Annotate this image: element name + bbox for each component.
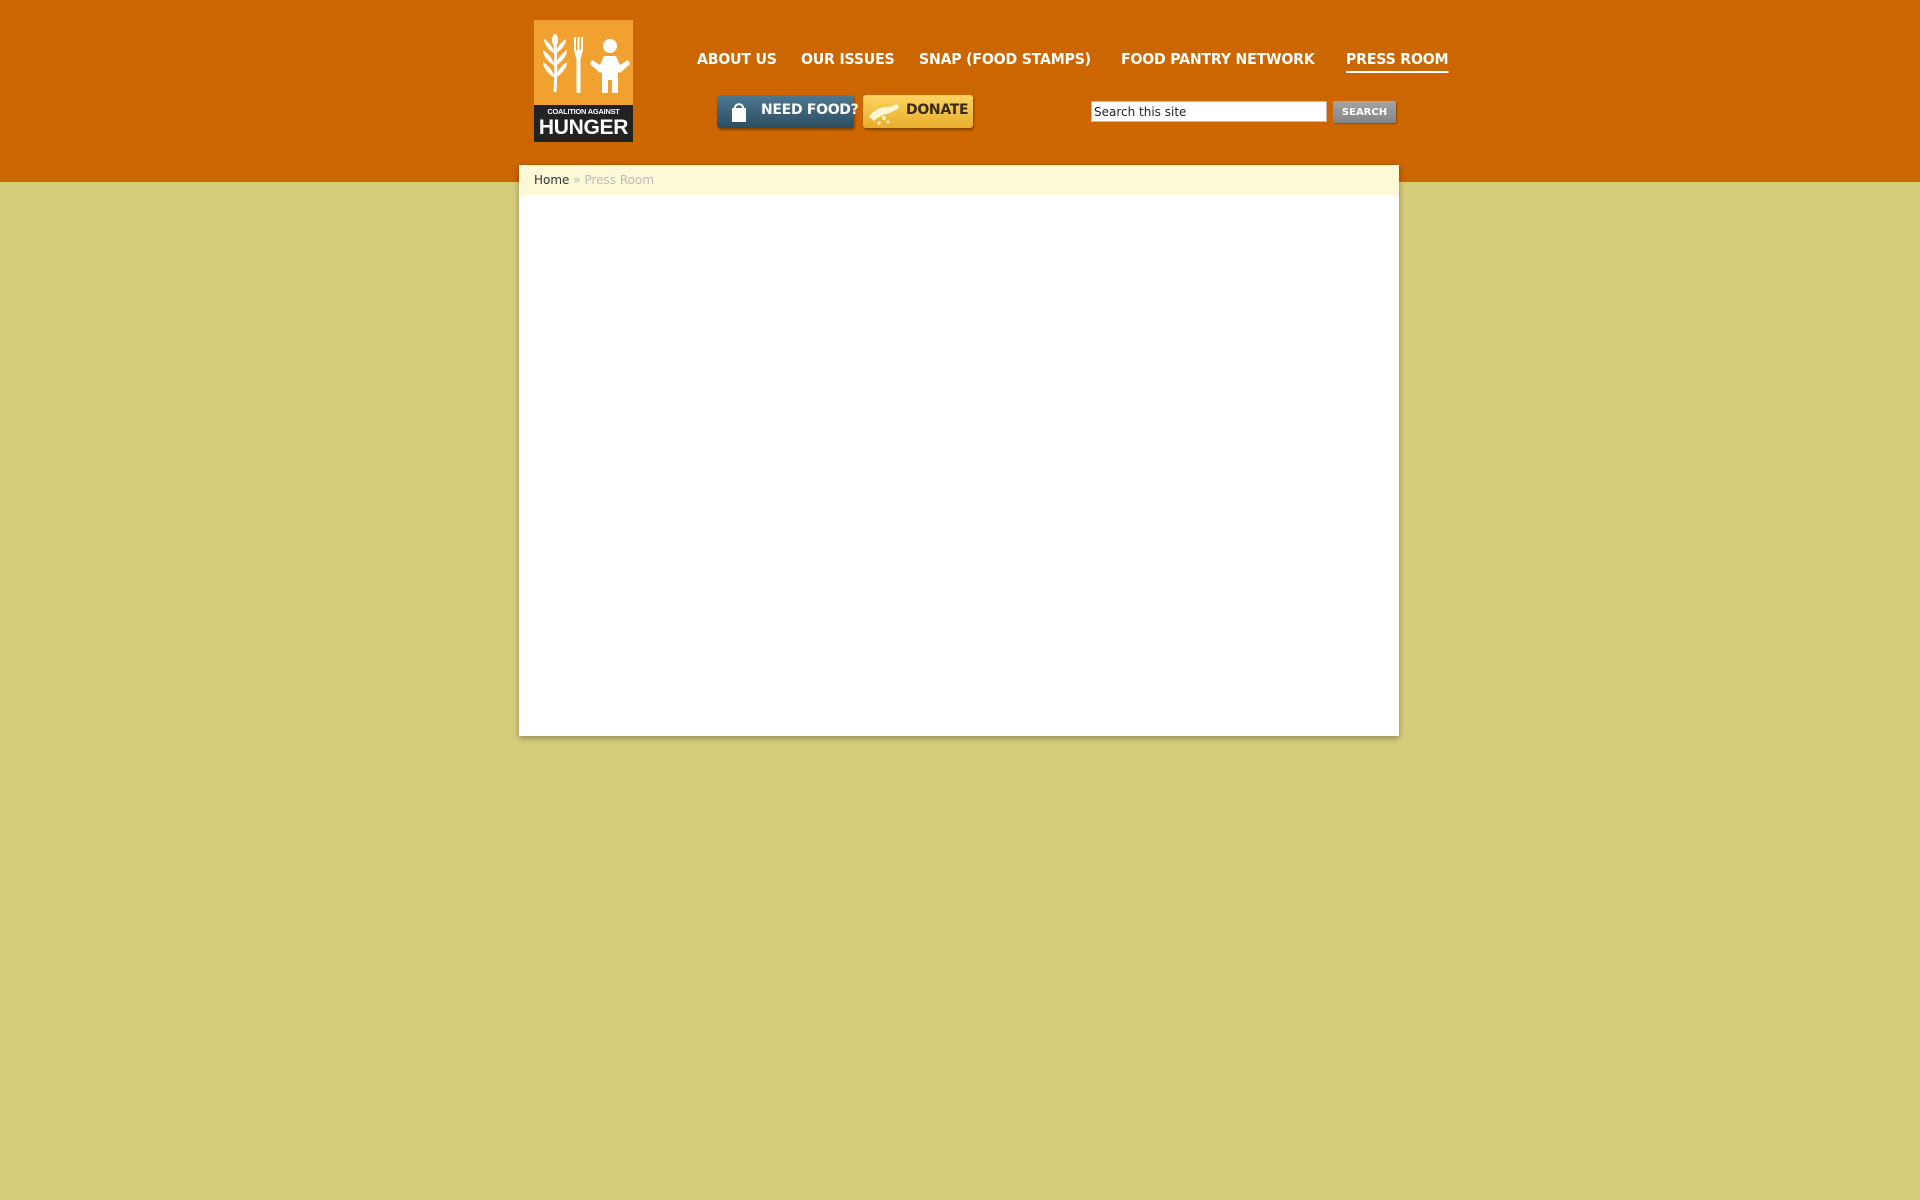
breadcrumb-separator: » xyxy=(573,173,581,187)
site-logo[interactable]: COALITION AGAINST HUNGER xyxy=(534,20,633,142)
nav-about-us[interactable]: ABOUT US xyxy=(697,49,777,73)
need-food-label: NEED FOOD? xyxy=(761,102,859,118)
logo-title: HUNGER xyxy=(538,116,629,139)
site-header: COALITION AGAINST HUNGER ABOUT US OUR IS… xyxy=(0,0,1920,182)
donate-button[interactable]: DONATE xyxy=(863,95,973,128)
search-input[interactable] xyxy=(1091,101,1327,122)
main-nav: ABOUT US OUR ISSUES SNAP (FOOD STAMPS) F… xyxy=(697,49,1455,73)
donate-label: DONATE xyxy=(906,102,969,118)
breadcrumb: Home » Press Room xyxy=(519,165,1399,195)
need-food-button[interactable]: NEED FOOD? xyxy=(717,95,859,128)
logo-subtitle: COALITION AGAINST xyxy=(547,107,620,116)
logo-band: COALITION AGAINST HUNGER xyxy=(534,105,633,142)
nav-food-pantry-network[interactable]: FOOD PANTRY NETWORK xyxy=(1121,49,1315,73)
main-content: Home » Press Room xyxy=(519,165,1399,736)
shopping-bag-icon xyxy=(732,103,746,122)
logo-figures-icon xyxy=(543,34,630,93)
breadcrumb-home-link[interactable]: Home xyxy=(534,173,569,187)
nav-snap[interactable]: SNAP (FOOD STAMPS) xyxy=(919,49,1091,73)
search-button[interactable]: SEARCH xyxy=(1333,101,1396,123)
nav-our-issues[interactable]: OUR ISSUES xyxy=(801,49,895,73)
breadcrumb-current: Press Room xyxy=(584,173,655,187)
giving-hand-icon xyxy=(869,104,899,125)
nav-press-room[interactable]: PRESS ROOM xyxy=(1346,49,1449,73)
